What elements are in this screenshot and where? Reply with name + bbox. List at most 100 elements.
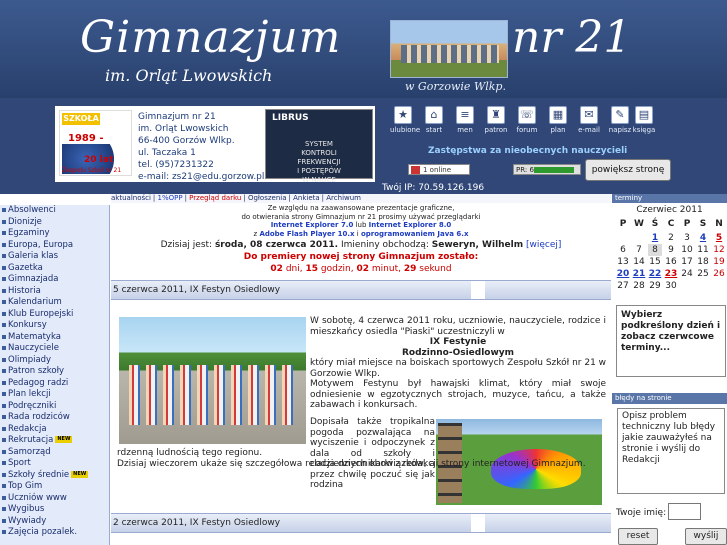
calendar-day: 6 <box>620 245 626 255</box>
sidebar-item[interactable]: Egzaminy <box>2 228 50 239</box>
namedays-more-link[interactable]: [więcej] <box>526 240 561 250</box>
enlarge-page-button[interactable]: powiększ stronę <box>585 159 671 181</box>
sidebar-item-label: Rekrutacja <box>8 435 54 445</box>
new-badge: NEW <box>55 436 73 443</box>
sidebar-item[interactable]: Gazetka <box>2 263 43 274</box>
anniversary-logo[interactable]: SZKOŁA 1989 - 2009 20 lat Zespołu Szkół … <box>59 110 132 176</box>
nav-plan[interactable]: ▦ plan <box>545 106 571 134</box>
festival-photo[interactable] <box>119 317 306 444</box>
sidebar-item[interactable]: Klub Europejski <box>1 309 73 320</box>
calendar-hint: Wybierz podkreślony dzień i zobacz czerw… <box>616 305 726 377</box>
calendar-weekday: C <box>667 219 675 229</box>
link-ie7[interactable]: Internet Explorer 7.0 <box>271 221 354 229</box>
sidebar-item[interactable]: Podręczniki <box>1 401 56 412</box>
article-title: 5 czerwca 2011, IX Festyn Osiedlowy <box>113 285 281 295</box>
article-highlight: Rodzinno-Osiedlowym <box>401 347 515 358</box>
calendar-day: 15 <box>649 257 661 267</box>
calendar-day[interactable]: 1 <box>648 232 662 244</box>
librus-line: KONTROLI <box>301 149 337 157</box>
tab-ogloszenia[interactable]: Ogłoszenia <box>248 194 287 202</box>
nav-napisz[interactable]: ✎ napisz <box>607 106 633 134</box>
nav-forum[interactable]: ☏ forum <box>514 106 540 134</box>
calendar-week: 27 28 29 30 <box>612 280 727 292</box>
calendar-day: 17 <box>681 257 693 267</box>
sidebar-item[interactable]: Wywiady <box>1 516 46 527</box>
sidebar-item[interactable]: Nauczyciele <box>2 343 59 354</box>
logo-badge: SZKOŁA <box>62 113 100 125</box>
calendar-day: 28 <box>633 281 645 291</box>
calendar-weekday: N <box>715 219 723 229</box>
site-city: w Gorzowie Wlkp. <box>405 80 506 93</box>
calendar-day[interactable]: 5 <box>712 232 726 244</box>
sidebar-item[interactable]: Galeria klas <box>1 251 58 262</box>
sidebar-item[interactable]: Kalendarium <box>2 297 62 308</box>
send-button[interactable]: wyślij <box>685 528 727 545</box>
sidebar-item[interactable]: Top Gim <box>1 481 42 492</box>
online-counter: 1 online <box>408 164 470 175</box>
sidebar-item[interactable]: Konkursy <box>2 320 47 331</box>
sidebar-item[interactable]: Zajęcia pozalek. <box>1 527 77 538</box>
sidebar-item[interactable]: Pedagog radzi <box>1 378 68 389</box>
substitutions-link[interactable]: Zastępstwa za nieobecnych nauczycieli <box>428 146 627 156</box>
tab-archiwum[interactable]: Archiwum <box>326 194 361 202</box>
calendar-day: 26 <box>713 269 725 279</box>
header-separator <box>471 514 485 532</box>
calendar-day[interactable]: 21 <box>632 268 646 280</box>
sidebar-item[interactable]: Europa, Europa <box>1 240 73 251</box>
sidebar-item[interactable]: Redakcja <box>2 424 47 435</box>
sidebar-item[interactable]: Uczniów www <box>2 493 67 504</box>
sidebar-item[interactable]: Wygibus <box>1 504 44 515</box>
notice-word: i <box>356 229 359 238</box>
link-flash[interactable]: Adobe Flash Player 10.x <box>259 230 354 238</box>
count-seconds: 29 <box>403 264 417 274</box>
nav-menu[interactable]: ≡ men <box>452 106 478 134</box>
calendar-day[interactable]: 23 <box>664 268 678 280</box>
article-header[interactable]: 5 czerwca 2011, IX Festyn Osiedlowy <box>111 280 611 300</box>
nav-ulubione[interactable]: ★ ulubione <box>390 106 420 134</box>
tab-1opp[interactable]: 1%OPP <box>158 194 183 202</box>
sidebar-item[interactable]: Patron szkoły <box>1 366 64 377</box>
sidebar-item-rekrutacja[interactable]: Rekrutacja NEW <box>1 435 73 446</box>
nav-ksiega[interactable]: ▤ księga <box>631 106 657 134</box>
sidebar-item[interactable]: Absolwenci <box>2 205 56 216</box>
sidebar-item[interactable]: Plan lekcji <box>2 389 51 400</box>
calendar-weekday: Ś <box>651 219 659 229</box>
tab-aktualnosci[interactable]: aktualności <box>111 194 151 202</box>
sidebar-item[interactable]: Olimpiady <box>1 355 51 366</box>
namedays-label: Imieniny obchodzą: <box>340 240 429 250</box>
calendar-weekday: S <box>699 219 707 229</box>
nav-email[interactable]: ✉ e-mail <box>576 106 602 134</box>
calendar-day[interactable]: 20 <box>616 268 630 280</box>
error-report-textarea[interactable]: Opisz problem techniczny lub błędy jakie… <box>617 408 725 494</box>
nav-label: forum <box>516 126 538 134</box>
name-input[interactable] <box>668 503 701 520</box>
sidebar-item[interactable]: Gimnazjada <box>1 274 58 285</box>
sidebar-item[interactable]: Rada rodziców <box>2 412 70 423</box>
link-ie8[interactable]: Internet Explorer 8.0 <box>369 221 452 229</box>
namedays: Seweryn, Wilhelm <box>431 240 524 250</box>
address-email[interactable]: e-mail: zs21@edu.gorzow.pl <box>138 171 264 183</box>
sidebar-item[interactable]: Dionizje <box>2 217 42 228</box>
notice-line: Ze względu na zaawansowane prezentacje g… <box>267 204 455 212</box>
sidebar-item[interactable]: Samorząd <box>2 447 51 458</box>
tab-ankieta[interactable]: Ankieta <box>293 194 320 202</box>
reset-button[interactable]: reset <box>618 528 658 545</box>
link-java[interactable]: oprogramowaniem Java 6.x <box>361 230 469 238</box>
tab-przeglad[interactable]: Przegląd darku <box>189 194 241 202</box>
notice-line: z Adobe Flash Player 10.x i oprogramowan… <box>111 230 611 239</box>
nav-start[interactable]: ⌂ start <box>421 106 447 134</box>
calendar-day[interactable]: 4 <box>696 232 710 244</box>
sidebar-item[interactable]: Matematyka <box>2 332 61 343</box>
article-header[interactable]: 2 czerwca 2011, IX Festyn Osiedlowy <box>111 513 611 533</box>
count-unit: sekund <box>419 264 452 274</box>
calendar-week: 13 14 15 16 17 18 19 <box>612 256 727 268</box>
article-body: W sobotę, 4 czerwca 2011 roku, uczniowie… <box>310 316 606 411</box>
librus-banner[interactable]: LIBRUS SYSTEM KONTROLI FREKWENCJI I POST… <box>265 109 373 184</box>
nav-patron[interactable]: ♜ patron <box>483 106 509 134</box>
sidebar-item[interactable]: Historia <box>2 286 41 297</box>
sidebar-item[interactable]: Sport <box>2 458 31 469</box>
sidebar-item-szkoly[interactable]: Szkoły średnie NEW <box>1 470 89 481</box>
premiere-notice: Do premiery nowej strony Gimnazjum zosta… <box>243 252 479 262</box>
calendar-day[interactable]: 22 <box>648 268 662 280</box>
calendar-day: 7 <box>636 245 642 255</box>
